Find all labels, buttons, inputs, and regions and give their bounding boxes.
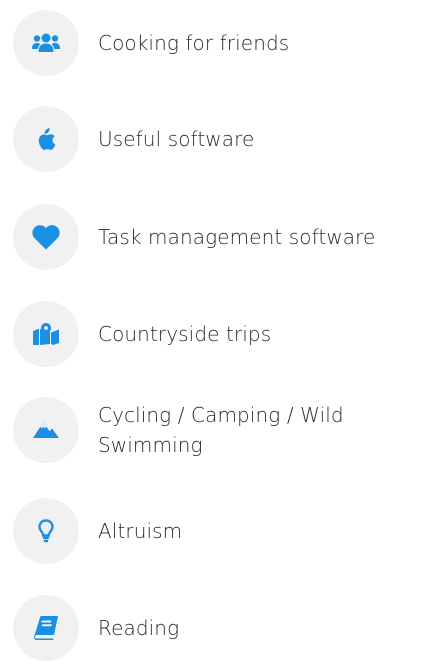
interest-item-altruism: Altruism [13,498,423,564]
interest-item-outdoors: Cycling / Camping / Wild Swimming [13,397,423,463]
interest-item-countryside: Countryside trips [13,301,423,367]
interest-label: Cycling / Camping / Wild Swimming [98,403,344,457]
map-pin-icon [13,301,79,367]
interest-label: Task management software [98,225,376,249]
mountain-icon [13,397,79,463]
lightbulb-icon [13,498,79,564]
users-icon [13,10,79,76]
heart-icon [13,204,79,270]
interest-item-cooking: Cooking for friends [13,10,423,76]
apple-icon [13,106,79,172]
interest-label: Useful software [98,127,255,151]
interest-label: Cooking for friends [98,31,290,55]
interest-item-task-management: Task management software [13,204,423,270]
interest-label: Countryside trips [98,322,272,346]
book-icon [13,595,79,661]
interest-label: Reading [98,616,180,640]
interests-list: Cooking for friends Useful software Task… [0,0,429,661]
interest-item-reading: Reading [13,595,423,661]
interest-label: Altruism [98,519,183,543]
interest-item-software: Useful software [13,106,423,172]
